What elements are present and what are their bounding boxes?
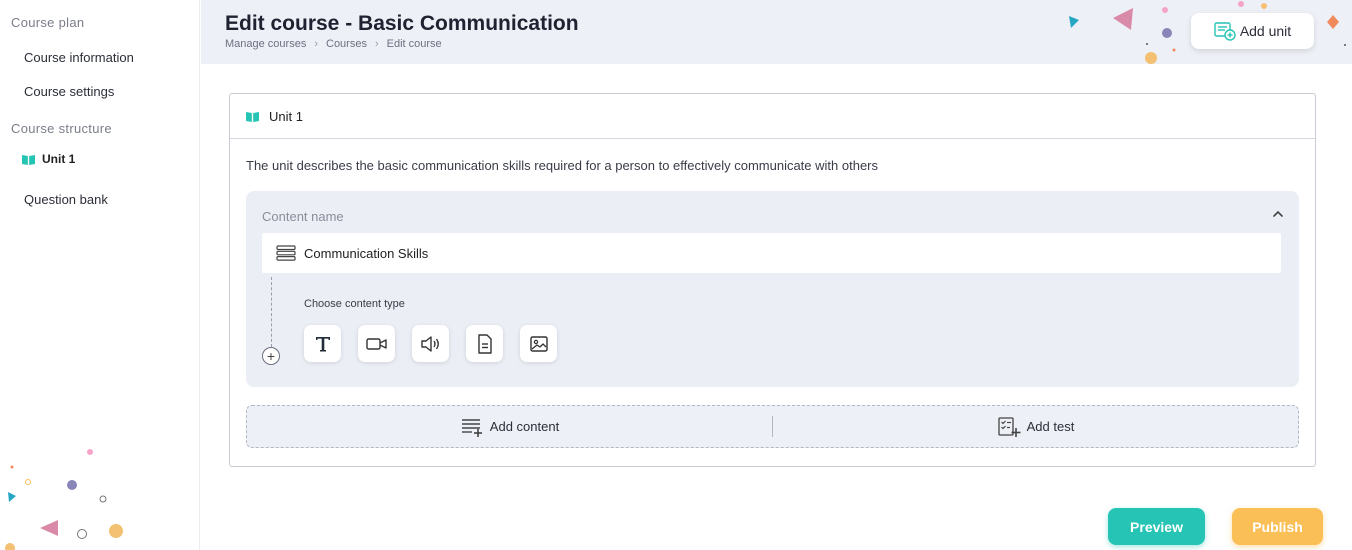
sidebar-item-course-information[interactable]: Course information — [24, 50, 134, 65]
unit-header[interactable]: Unit 1 — [230, 94, 1315, 139]
sidebar-item-course-settings[interactable]: Course settings — [24, 84, 114, 99]
image-icon — [529, 335, 548, 352]
add-unit-button[interactable]: Add unit — [1191, 13, 1314, 49]
add-unit-label: Add unit — [1239, 23, 1292, 39]
content-type-audio-button[interactable] — [412, 325, 449, 362]
add-test-label: Add test — [1026, 419, 1075, 434]
tree-connector — [271, 277, 272, 347]
add-unit-icon — [1214, 22, 1236, 41]
content-panel: Content name Communication Skills + Choo… — [246, 191, 1299, 387]
page-header: Edit course - Basic Communication Manage… — [201, 0, 1352, 64]
chevron-up-icon[interactable] — [1271, 207, 1285, 221]
breadcrumb: Manage courses › Courses › Edit course — [225, 38, 442, 50]
sidebar-item-question-bank[interactable]: Question bank — [24, 192, 108, 207]
content-type-text-button[interactable] — [304, 325, 341, 362]
content-name-value: Communication Skills — [304, 245, 429, 261]
add-content-icon — [461, 418, 482, 437]
document-icon — [477, 333, 492, 354]
confetti-decoration — [5, 449, 123, 550]
content-name-label: Content name — [262, 209, 344, 224]
video-icon — [365, 337, 387, 350]
section-course-plan: Course plan — [11, 15, 85, 30]
sidebar: Course plan Course information Course se… — [0, 0, 200, 550]
book-icon — [246, 111, 259, 122]
sidebar-unit-label: Unit 1 — [42, 152, 76, 166]
content-type-document-button[interactable] — [466, 325, 503, 362]
unit-card: Unit 1 The unit describes the basic comm… — [229, 93, 1316, 467]
add-content-plus-button[interactable]: + — [262, 347, 280, 365]
add-content-button[interactable]: Add content — [247, 406, 772, 447]
add-test-button[interactable]: Add test — [773, 406, 1298, 447]
choose-content-type-label: Choose content type — [304, 298, 405, 310]
breadcrumb-courses[interactable]: Courses — [326, 38, 367, 50]
content-name-field[interactable]: Communication Skills — [262, 233, 1281, 273]
breadcrumb-separator: › — [374, 38, 379, 50]
preview-button[interactable]: Preview — [1108, 508, 1205, 545]
content-type-video-button[interactable] — [358, 325, 395, 362]
page-title: Edit course - Basic Communication — [225, 12, 579, 35]
add-test-icon — [997, 416, 1021, 437]
breadcrumb-manage-courses[interactable]: Manage courses — [225, 38, 306, 50]
add-content-label: Add content — [489, 419, 560, 434]
breadcrumb-separator: › — [314, 38, 318, 50]
sidebar-item-unit-1[interactable]: Unit 1 — [22, 152, 75, 166]
unit-description: The unit describes the basic communicati… — [246, 158, 878, 173]
publish-button[interactable]: Publish — [1232, 508, 1323, 545]
audio-icon — [420, 335, 439, 352]
section-course-structure: Course structure — [11, 121, 112, 136]
breadcrumb-edit-course: Edit course — [386, 38, 442, 50]
list-icon — [276, 245, 296, 261]
text-icon — [315, 336, 330, 351]
unit-title: Unit 1 — [269, 108, 303, 124]
content-type-image-button[interactable] — [520, 325, 557, 362]
book-icon — [22, 154, 35, 165]
add-actions-bar: Add content Add test — [246, 405, 1299, 448]
